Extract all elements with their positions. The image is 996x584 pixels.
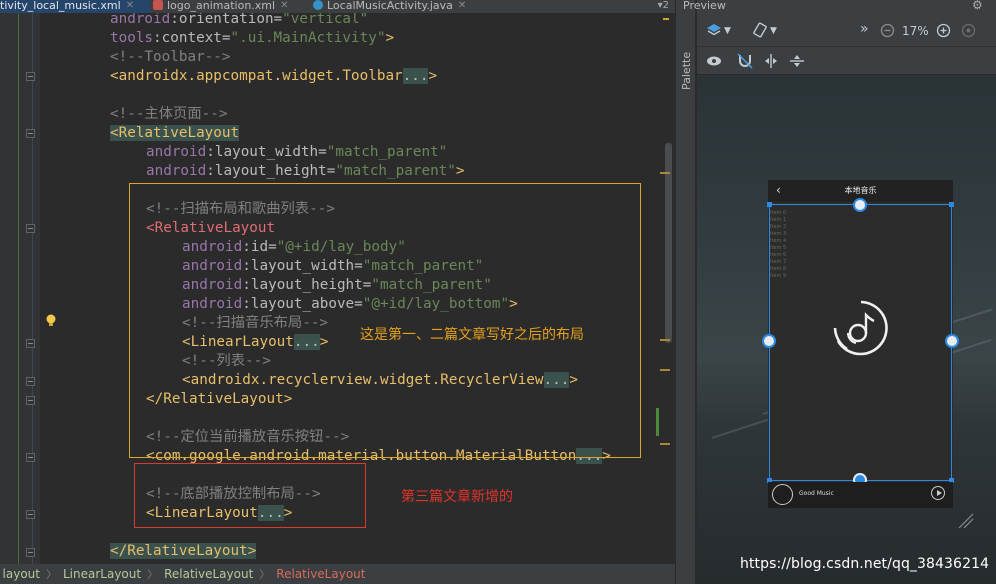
album-art (772, 484, 793, 505)
code-comment: <!--Toolbar--> (110, 49, 231, 65)
editor-scrollbar[interactable] (664, 13, 673, 564)
eye-icon[interactable] (706, 54, 722, 68)
annotation-label-red: 第三篇文章新增的 (401, 489, 513, 505)
zoom-fit-icon[interactable] (961, 23, 976, 38)
warning-marker[interactable] (663, 18, 669, 20)
resize-handle[interactable] (949, 202, 954, 207)
fold-toggle-icon[interactable] (26, 548, 35, 557)
code-comment: <!--主体页面--> (110, 106, 228, 122)
fold-toggle-icon[interactable] (26, 224, 35, 233)
constraint-anchor-top[interactable] (853, 198, 867, 212)
bottom-player-bar (768, 482, 953, 508)
play-icon[interactable] (931, 486, 945, 500)
close-icon[interactable]: ✕ (126, 0, 134, 11)
constraint-anchor-right[interactable] (945, 334, 959, 348)
zoom-out-icon[interactable] (880, 23, 895, 38)
resize-grip-icon[interactable] (957, 512, 975, 530)
breadcrumb: layout 〉 LinearLayout 〉 RelativeLayout 〉… (0, 564, 675, 584)
tab-local-music-activity-java[interactable]: LocalMusicActivity.java ✕ (313, 0, 466, 13)
breadcrumb-separator-icon: 〉 (259, 568, 271, 581)
magnet-off-icon[interactable] (737, 53, 753, 69)
tab-label: LocalMusicActivity.java (327, 0, 453, 12)
close-icon[interactable]: ✕ (280, 0, 288, 11)
chevron-down-icon[interactable]: ▼ (770, 24, 777, 38)
gear-icon[interactable]: ⚙ (972, 0, 983, 11)
code-line: </RelativeLayout> (110, 543, 257, 559)
tab-label: tivity_local_music.xml (0, 0, 121, 12)
fold-toggle-icon[interactable] (26, 339, 35, 348)
constraint-anchor-left[interactable] (762, 334, 776, 348)
xml-file-icon (153, 0, 163, 10)
preview-header (697, 0, 996, 13)
change-marker[interactable] (656, 408, 659, 436)
breadcrumb-item[interactable]: RelativeLayout (276, 567, 365, 581)
close-icon[interactable]: ✕ (458, 0, 466, 11)
fold-toggle-icon[interactable] (26, 396, 35, 405)
indent-guide (18, 13, 19, 564)
error-stripe-marker[interactable] (660, 369, 670, 371)
error-stripe-marker[interactable] (660, 443, 670, 445)
code-line: android:layout_height="match_parent"> (146, 163, 465, 179)
fold-toggle-icon[interactable] (26, 72, 35, 81)
code-line: <androidx.appcompat.widget.Toolbar...> (110, 68, 438, 84)
zoom-level: 17% (902, 24, 929, 38)
annotation-label-yellow: 这是第一、二篇文章写好之后的布局 (360, 327, 584, 343)
tab-label: logo_animation.xml (167, 0, 276, 12)
selection-outline (769, 204, 952, 481)
tab-activity-local-music-xml[interactable]: tivity_local_music.xml ✕ (0, 0, 150, 13)
palette-tab[interactable]: Palette (680, 30, 694, 90)
breadcrumb-item[interactable]: layout (0, 567, 40, 581)
fold-toggle-icon[interactable] (26, 453, 35, 462)
resize-handle[interactable] (767, 202, 772, 207)
annotation-box-red (134, 463, 366, 528)
fold-toggle-icon[interactable] (26, 377, 35, 386)
fold-toggle-icon[interactable] (26, 129, 35, 138)
tab-logo-animation-xml[interactable]: logo_animation.xml ✕ (153, 0, 288, 13)
editor-tab-bar: tivity_local_music.xml ✕ logo_animation.… (0, 0, 675, 13)
code-line: <RelativeLayout (110, 125, 240, 141)
annotation-box-yellow (129, 183, 641, 458)
watermark: https://blog.csdn.net/qq_38436214 (740, 556, 990, 572)
song-title: Good Music (799, 490, 834, 497)
error-stripe-marker[interactable] (660, 172, 670, 174)
error-stripe-marker[interactable] (660, 339, 670, 341)
breadcrumb-separator-icon: 〉 (46, 568, 57, 581)
preview-title: Preview (683, 0, 726, 12)
indent-guide (32, 13, 33, 564)
fold-toggle-icon[interactable] (26, 510, 35, 519)
vertical-guides-icon[interactable] (763, 53, 779, 69)
horizontal-guides-icon[interactable] (789, 53, 805, 69)
phone-toolbar-title: 本地音乐 (844, 186, 877, 195)
code-line: tools:context=".ui.MainActivity"> (110, 30, 395, 46)
breadcrumb-item[interactable]: RelativeLayout (164, 567, 253, 581)
code-line: android:layout_width="match_parent" (146, 144, 448, 160)
breadcrumb-item[interactable]: LinearLayout (63, 567, 141, 581)
lightbulb-icon[interactable] (45, 314, 57, 328)
more-options-icon[interactable]: » (860, 22, 869, 36)
rotate-device-icon[interactable] (752, 22, 768, 38)
folded-code-button[interactable]: ... (402, 68, 429, 84)
breadcrumb-separator-icon: 〉 (147, 568, 159, 581)
editor-gutter (0, 13, 40, 564)
zoom-in-icon[interactable] (936, 23, 951, 38)
preview-toolbar (697, 13, 996, 47)
chevron-down-icon[interactable]: ▼ (724, 24, 731, 38)
java-class-icon (313, 0, 323, 10)
code-line: android:orientation="vertical" (110, 13, 369, 27)
more-tabs-button[interactable]: ▾2 (658, 0, 669, 11)
layers-icon[interactable] (706, 22, 722, 38)
